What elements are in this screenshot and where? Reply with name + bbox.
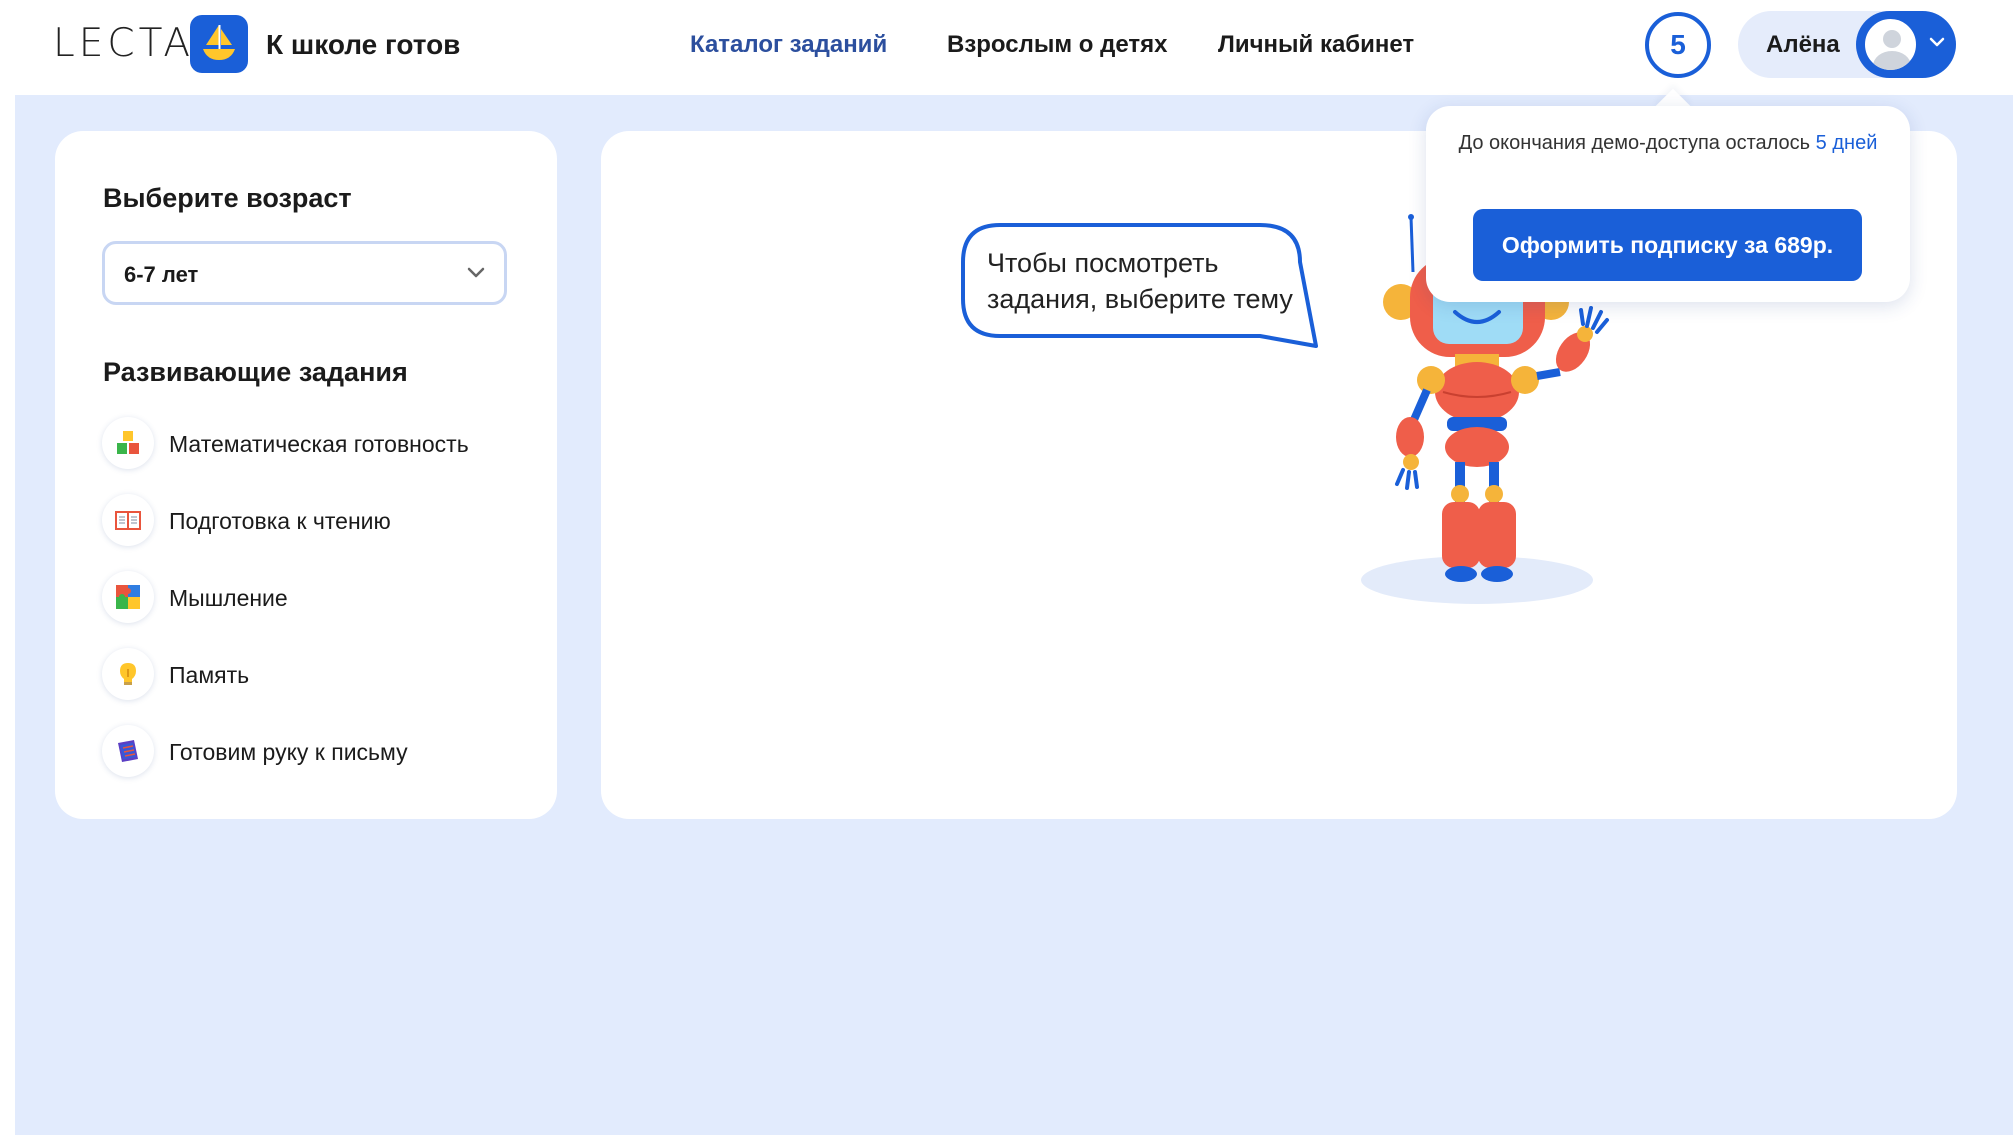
app-title: К школе готов bbox=[266, 29, 461, 60]
nav-for-adults[interactable]: Взрослым о детях bbox=[947, 30, 1167, 60]
nav-catalog[interactable]: Каталог заданий bbox=[690, 30, 887, 60]
task-item-memory[interactable]: Память bbox=[102, 648, 522, 704]
task-label: Математическая готовность bbox=[169, 431, 469, 457]
chevron-down-icon bbox=[1929, 37, 1945, 47]
notebook-icon bbox=[102, 725, 154, 777]
math-blocks-icon bbox=[102, 417, 154, 469]
tasks-heading: Развивающие задания bbox=[103, 357, 408, 387]
age-select-value: 6-7 лет bbox=[124, 262, 199, 287]
task-item-writing[interactable]: Готовим руку к письму bbox=[102, 725, 522, 781]
sidebar: Выберите возраст 6-7 лет Развивающие зад… bbox=[55, 131, 557, 819]
task-item-reading[interactable]: Подготовка к чтению bbox=[102, 494, 522, 550]
top-header: LECTA К школе готов Каталог заданий Взро… bbox=[0, 0, 2013, 95]
demo-popover: До окончания демо-доступа осталось 5 дне… bbox=[1426, 106, 1910, 302]
age-select[interactable]: 6-7 лет bbox=[102, 241, 507, 305]
lecta-logo[interactable]: LECTA bbox=[53, 24, 194, 64]
task-label: Готовим руку к письму bbox=[169, 739, 408, 765]
avatar bbox=[1862, 16, 1919, 73]
avatar-head-shape bbox=[1883, 30, 1901, 48]
user-menu[interactable]: Алёна bbox=[1738, 11, 1956, 78]
demo-remaining-prefix: До окончания демо-доступа осталось bbox=[1458, 132, 1816, 154]
demo-days-left: 5 дней bbox=[1815, 132, 1878, 154]
open-book-icon bbox=[102, 494, 154, 546]
task-item-thinking[interactable]: Мышление bbox=[102, 571, 522, 627]
sailboat-app-icon[interactable] bbox=[190, 15, 248, 73]
avatar-body-shape bbox=[1873, 51, 1911, 70]
avatar-toggle[interactable] bbox=[1856, 11, 1956, 78]
puzzle-icon bbox=[102, 571, 154, 623]
task-label: Мышление bbox=[169, 585, 288, 611]
nav-account[interactable]: Личный кабинет bbox=[1218, 30, 1414, 60]
task-label: Подготовка к чтению bbox=[169, 508, 391, 534]
task-label: Память bbox=[169, 662, 250, 688]
task-item-math[interactable]: Математическая готовность bbox=[102, 417, 522, 473]
age-heading: Выберите возраст bbox=[103, 183, 352, 213]
lightbulb-icon bbox=[102, 648, 154, 700]
chevron-down-icon bbox=[467, 267, 485, 278]
speech-bubble-text: Чтобы посмотреть задания, выберите тему bbox=[987, 248, 1293, 314]
user-name: Алёна bbox=[1766, 31, 1840, 58]
demo-remaining-text: До окончания демо-доступа осталось 5 дне… bbox=[1426, 128, 1910, 158]
demo-days-counter[interactable]: 5 bbox=[1645, 12, 1711, 78]
subscribe-button[interactable]: Оформить подписку за 689р. bbox=[1473, 209, 1862, 281]
